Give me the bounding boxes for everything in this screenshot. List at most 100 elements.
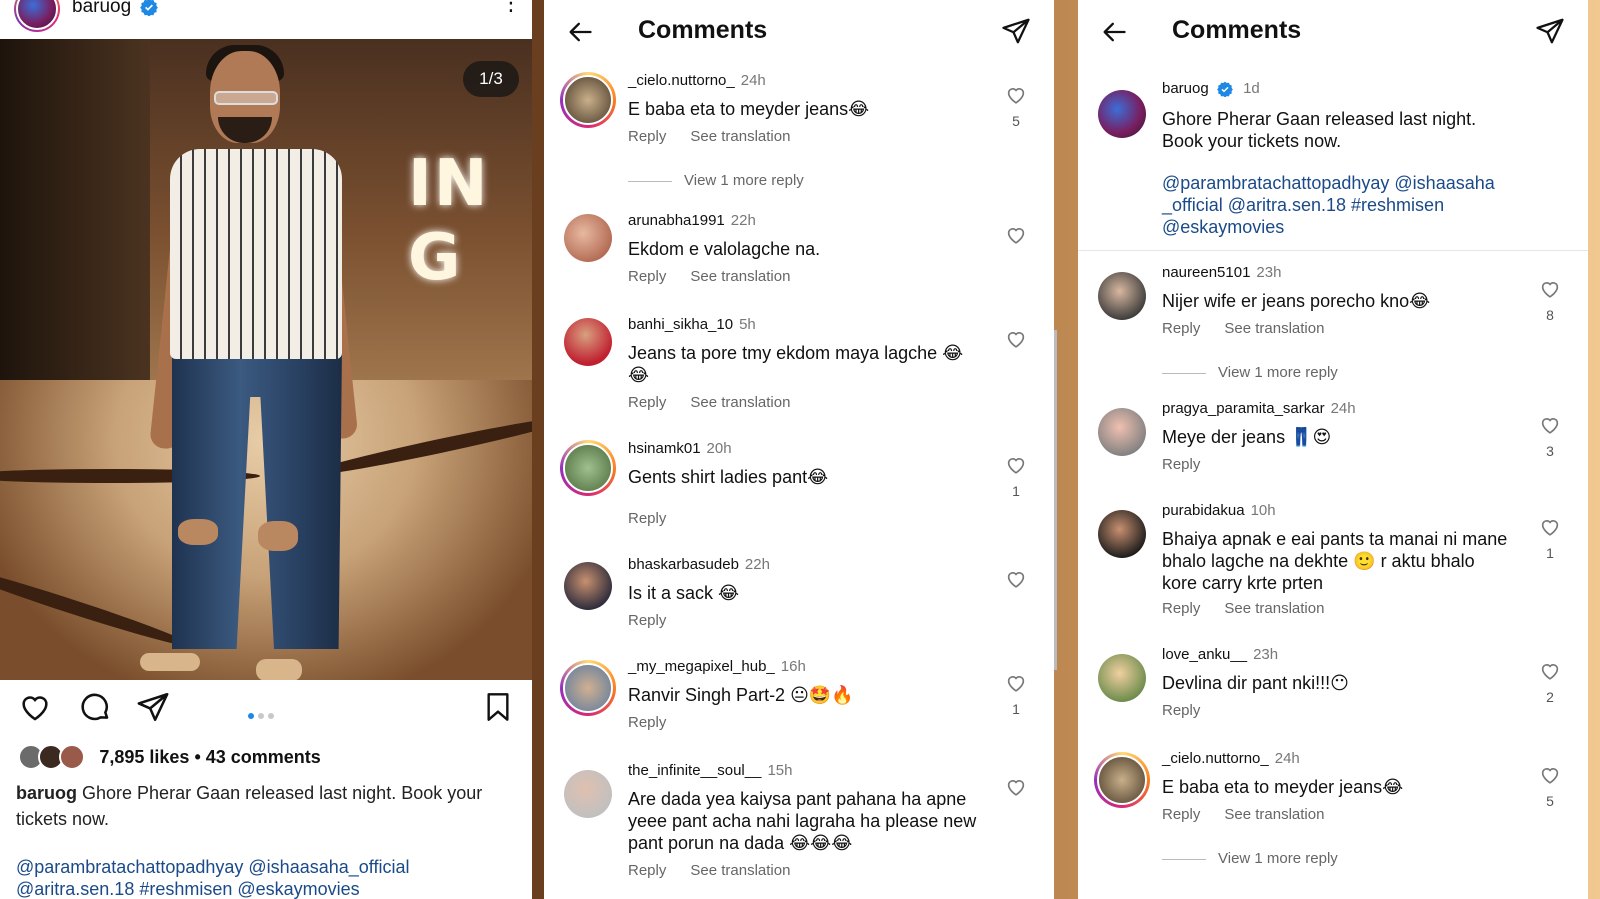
see-translation-button[interactable]: See translation xyxy=(690,394,790,411)
comment-username[interactable]: naureen5101 23h xyxy=(1162,264,1281,281)
comment-username[interactable]: arunabha1991 22h xyxy=(628,212,756,229)
comment-text: Jeans ta pore tmy ekdom maya lagche 😂 😂 xyxy=(628,343,964,385)
comment-like[interactable]: 1 xyxy=(1538,516,1562,561)
comment-username[interactable]: banhi_sikha_10 5h xyxy=(628,316,756,333)
heart-icon[interactable] xyxy=(1539,764,1561,786)
heart-icon[interactable] xyxy=(1005,672,1027,694)
likes-row[interactable]: 7,895 likes • 43 comments xyxy=(18,744,321,774)
see-translation-button[interactable]: See translation xyxy=(690,862,790,879)
page-title: Comments xyxy=(1172,16,1302,44)
likes-count[interactable]: 7,895 likes • 43 comments xyxy=(99,747,320,768)
see-translation-button[interactable]: See translation xyxy=(1224,806,1324,823)
reply-button[interactable]: Reply xyxy=(1162,320,1200,337)
share-icon[interactable] xyxy=(136,690,170,724)
heart-icon[interactable] xyxy=(1005,328,1027,350)
reply-button[interactable]: Reply xyxy=(628,128,666,145)
avatar[interactable] xyxy=(1098,272,1146,320)
comment-like[interactable]: 1 xyxy=(1004,454,1028,499)
bookmark-icon[interactable] xyxy=(482,690,514,724)
view-more-replies[interactable]: View 1 more reply xyxy=(1162,850,1338,867)
reply-button[interactable]: Reply xyxy=(628,714,666,731)
heart-icon[interactable] xyxy=(1005,224,1027,246)
comment-username[interactable]: pragya_paramita_sarkar 24h xyxy=(1162,400,1356,417)
avatar[interactable] xyxy=(1098,90,1146,138)
share-icon[interactable] xyxy=(1000,16,1032,46)
post-photo[interactable]: IN G 1/3 xyxy=(0,39,532,680)
reply-button[interactable]: Reply xyxy=(628,510,666,527)
avatar[interactable] xyxy=(564,318,612,366)
avatar[interactable] xyxy=(564,214,612,262)
avatar[interactable] xyxy=(560,440,616,496)
comment-like[interactable]: 3 xyxy=(1538,414,1562,459)
see-translation-button[interactable]: See translation xyxy=(1224,600,1324,617)
heart-icon[interactable] xyxy=(1539,660,1561,682)
reply-button[interactable]: Reply xyxy=(1162,456,1200,473)
mentions-line[interactable]: @parambratachattopadhyay @ishaasaha_offi… xyxy=(16,856,532,878)
comment-like[interactable] xyxy=(1004,776,1028,803)
comment-username[interactable]: the_infinite__soul__ 15h xyxy=(628,762,792,779)
heart-icon[interactable] xyxy=(1539,414,1561,436)
avatar[interactable] xyxy=(14,0,60,32)
view-more-replies[interactable]: View 1 more reply xyxy=(1162,364,1338,381)
reply-button[interactable]: Reply xyxy=(628,394,666,411)
comment-like[interactable]: 8 xyxy=(1538,278,1562,323)
comment-like[interactable]: 2 xyxy=(1538,660,1562,705)
back-arrow-icon[interactable] xyxy=(1098,18,1130,46)
carousel-dots xyxy=(248,706,278,724)
share-icon[interactable] xyxy=(1534,16,1566,46)
reply-button[interactable]: Reply xyxy=(628,612,666,629)
avatar[interactable] xyxy=(1098,510,1146,558)
comment-like[interactable] xyxy=(1004,328,1028,355)
comment-username[interactable]: hsinamk01 20h xyxy=(628,440,732,457)
comment-like[interactable] xyxy=(1004,224,1028,251)
see-translation-button[interactable]: See translation xyxy=(690,268,790,285)
comment-username[interactable]: _cielo.nuttorno_ 24h xyxy=(1162,750,1300,767)
heart-icon[interactable] xyxy=(1005,776,1027,798)
avatar[interactable] xyxy=(560,660,616,716)
comment-like[interactable] xyxy=(1004,568,1028,595)
reply-button[interactable]: Reply xyxy=(1162,806,1200,823)
scrollbar[interactable] xyxy=(1054,330,1057,670)
caption-text: Ghore Pherar Gaan released last night. B… xyxy=(16,783,483,829)
heart-icon[interactable] xyxy=(18,690,52,724)
comment-like[interactable]: 5 xyxy=(1004,84,1028,129)
comment-text: Nijer wife er jeans porecho kno😂 xyxy=(1162,291,1431,311)
comment-username[interactable]: bhaskarbasudeb 22h xyxy=(628,556,770,573)
more-options-icon[interactable]: ⋮ xyxy=(500,0,522,14)
username-text[interactable]: baruog xyxy=(72,0,131,17)
back-arrow-icon[interactable] xyxy=(564,18,596,46)
heart-icon[interactable] xyxy=(1005,454,1027,476)
avatar[interactable] xyxy=(564,770,612,818)
post-username[interactable]: baruog xyxy=(72,0,159,18)
mentions-line[interactable]: @aritra.sen.18 #reshmisen @eskaymovies xyxy=(16,878,532,899)
comment-username[interactable]: purabidakua 10h xyxy=(1162,502,1276,519)
see-translation-button[interactable]: See translation xyxy=(1224,320,1324,337)
comment-like[interactable]: 5 xyxy=(1538,764,1562,809)
comment-username[interactable]: baruog 1d xyxy=(1162,80,1260,98)
comment-username[interactable]: _cielo.nuttorno_ 24h xyxy=(628,72,766,89)
see-translation-button[interactable]: See translation xyxy=(690,128,790,145)
heart-icon[interactable] xyxy=(1539,278,1561,300)
heart-icon[interactable] xyxy=(1005,84,1027,106)
avatar[interactable] xyxy=(560,72,616,128)
avatar[interactable] xyxy=(1098,654,1146,702)
avatar[interactable] xyxy=(1094,752,1150,808)
heart-icon[interactable] xyxy=(1005,568,1027,590)
comment-icon[interactable] xyxy=(78,690,112,724)
reply-button[interactable]: Reply xyxy=(1162,702,1200,719)
reply-button[interactable]: Reply xyxy=(1162,600,1200,617)
caption-username[interactable]: baruog xyxy=(16,783,77,803)
comment-username[interactable]: _my_megapixel_hub_ 16h xyxy=(628,658,806,675)
caption-mentions[interactable]: @parambratachattopadhyay @ishaasaha _off… xyxy=(1162,172,1502,238)
reply-button[interactable]: Reply xyxy=(628,862,666,879)
comment-username[interactable]: love_anku__ 23h xyxy=(1162,646,1278,663)
avatar[interactable] xyxy=(1098,408,1146,456)
comment-like[interactable]: 1 xyxy=(1004,672,1028,717)
avatar[interactable] xyxy=(564,562,612,610)
reply-button[interactable]: Reply xyxy=(628,268,666,285)
like-count: 3 xyxy=(1546,443,1554,459)
view-more-replies[interactable]: View 1 more reply xyxy=(628,172,804,189)
heart-icon[interactable] xyxy=(1539,516,1561,538)
comment-text: Are dada yea kaiysa pant pahana ha apne … xyxy=(628,789,977,853)
caption-mentions[interactable]: @parambratachattopadhyay @ishaasaha_offi… xyxy=(16,856,532,899)
